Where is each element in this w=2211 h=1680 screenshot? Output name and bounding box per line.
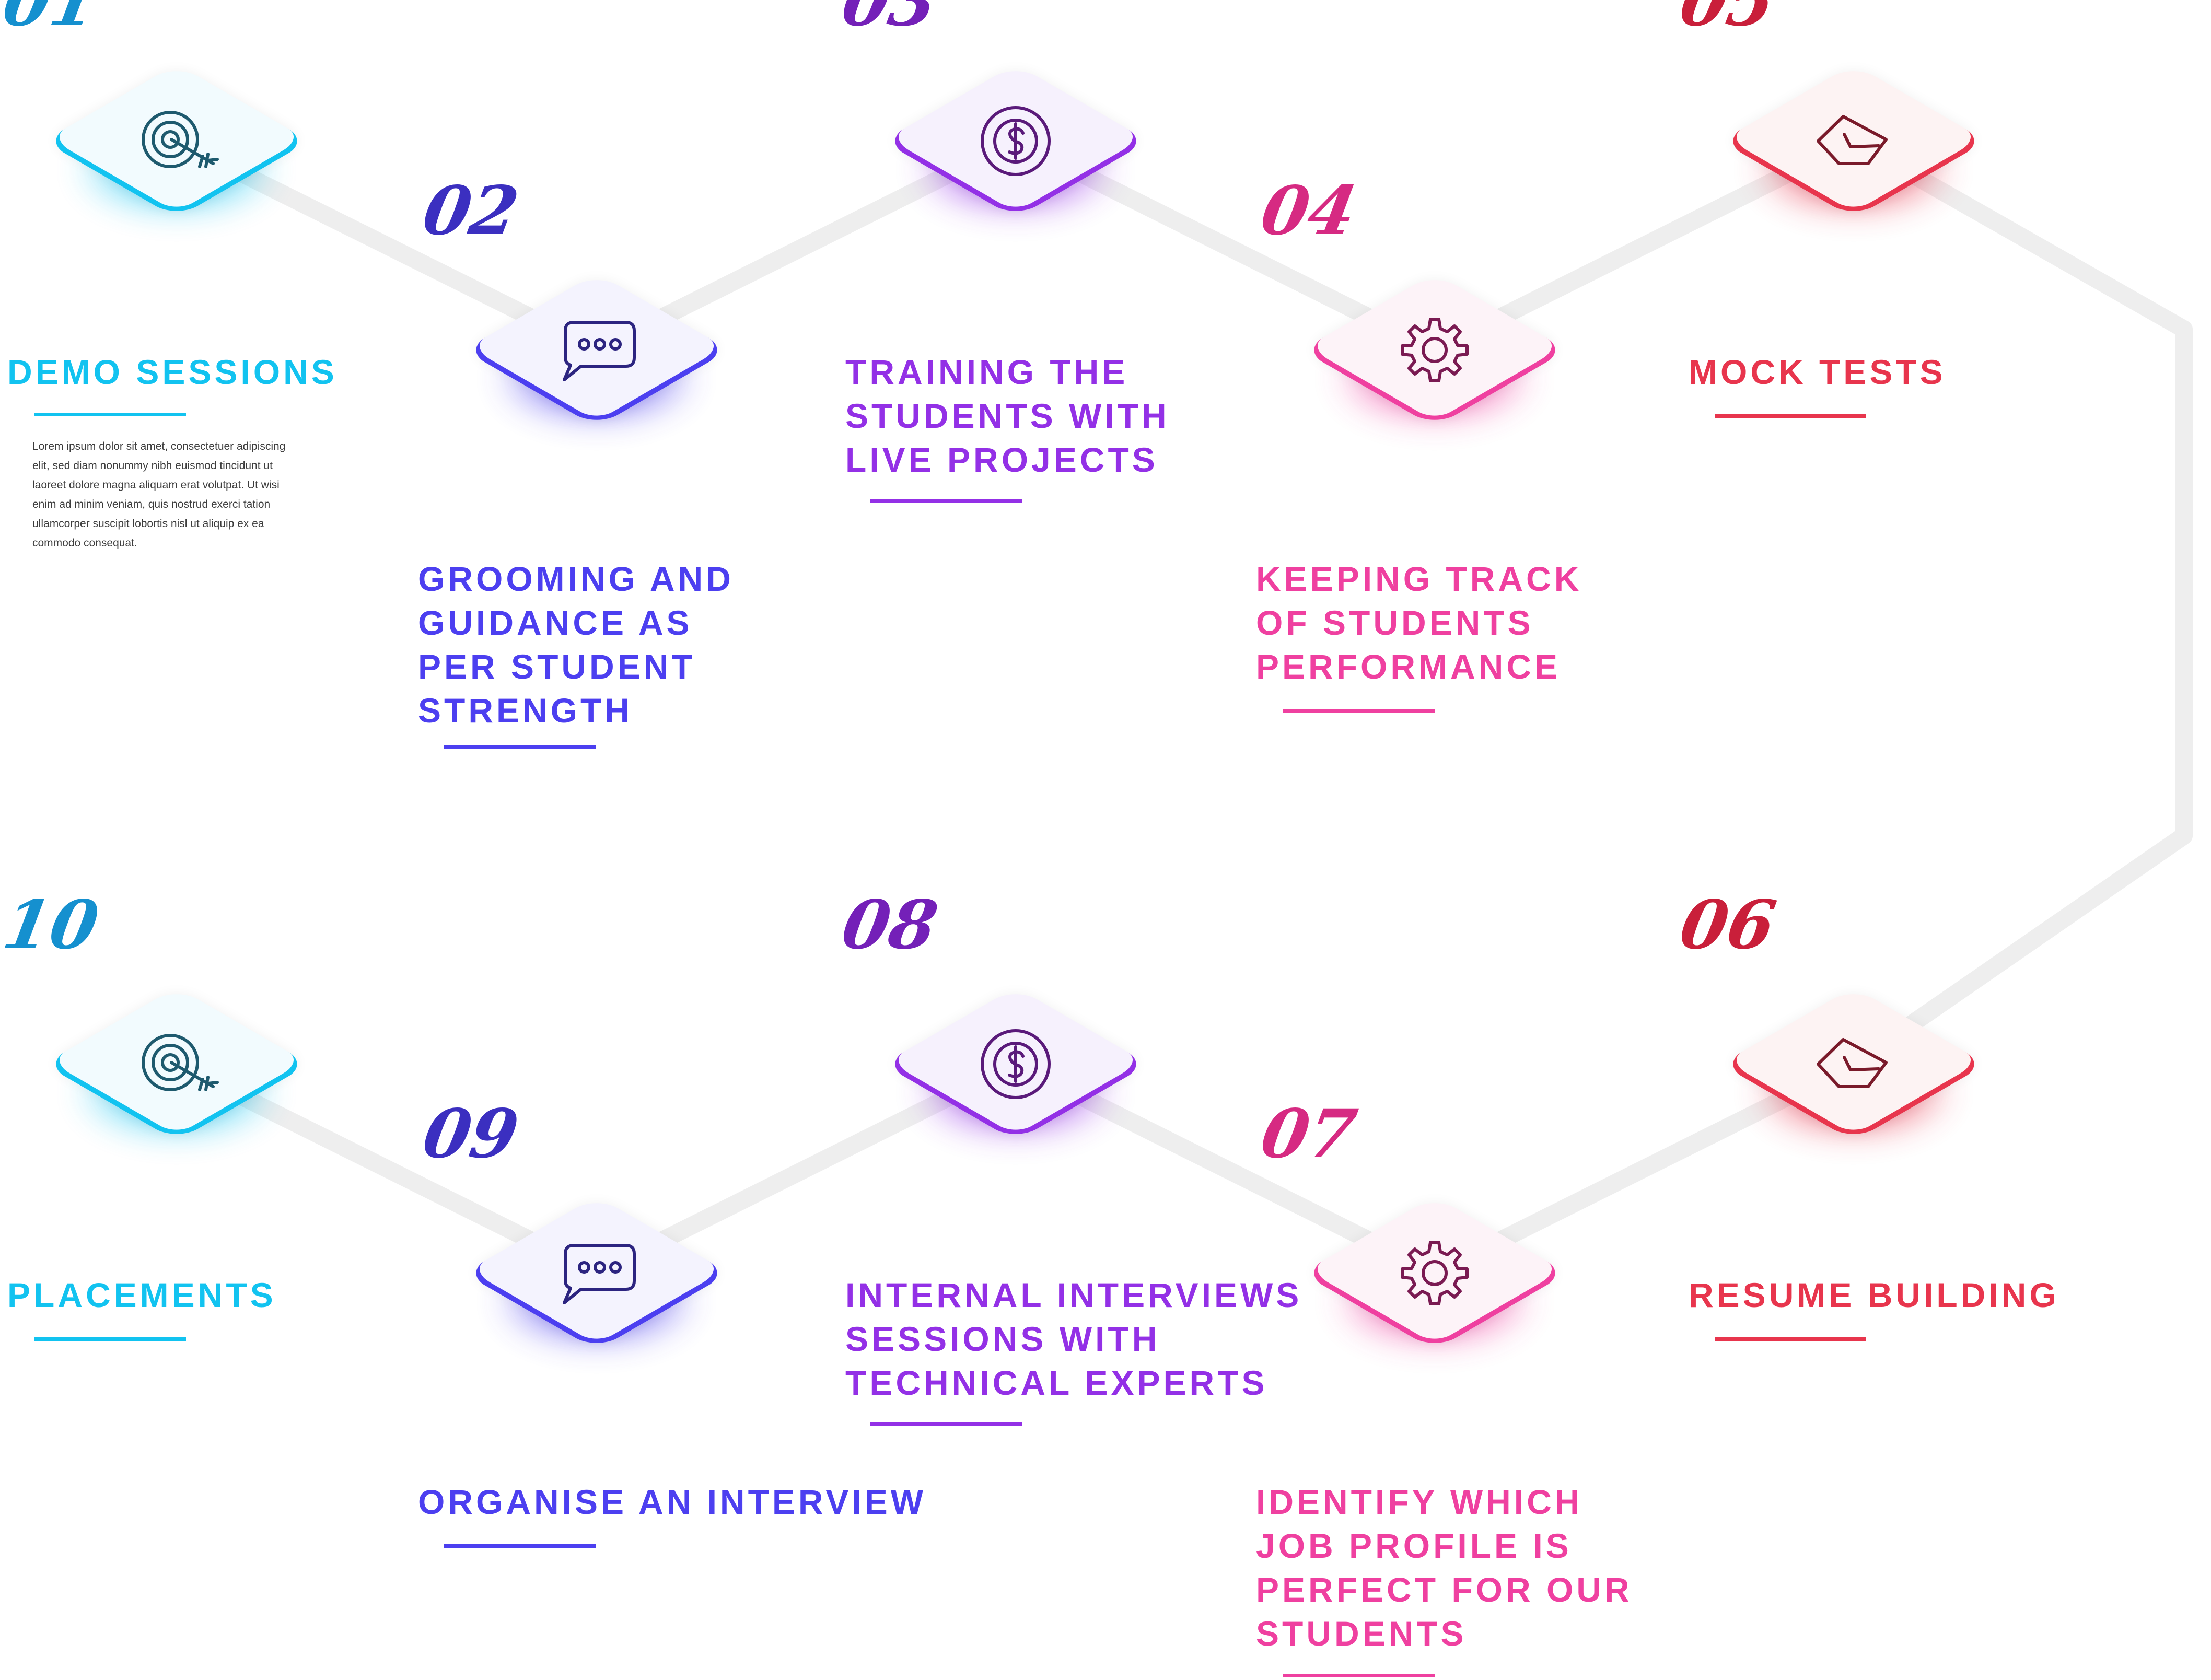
step-number: 01 [0, 0, 104, 41]
step-number: 08 [836, 886, 944, 964]
chat-bubble-icon [563, 321, 636, 381]
step-04-label: KEEPING TRACK OF STUDENTS PERFORMANCE [1256, 559, 1582, 686]
step-08-underline [870, 1422, 1022, 1426]
step-10-underline [34, 1337, 186, 1341]
step-04-underline [1283, 709, 1435, 713]
step-05-underline [1715, 414, 1866, 418]
connector-path [168, 132, 2193, 1282]
step-01-underline [34, 413, 186, 416]
step-03-label: TRAINING THE STUDENTS WITH LIVE PROJECTS [845, 353, 1170, 479]
dollar-coin-icon [981, 106, 1051, 176]
step-number: 09 [417, 1095, 525, 1173]
step-06-label: RESUME BUILDING [1689, 1276, 2059, 1314]
step-07-label: IDENTIFY WHICH JOB PROFILE IS PERFECT FO… [1256, 1483, 1633, 1653]
dollar-coin-icon [981, 1029, 1051, 1099]
step-number: 03 [836, 0, 944, 41]
step-05-label: MOCK TESTS [1689, 353, 1946, 391]
step-01-description: Lorem ipsum dolor sit amet, consectetuer… [32, 440, 286, 549]
step-number: 06 [1674, 886, 1782, 964]
step-number: 04 [1255, 172, 1363, 250]
gear-icon [1401, 318, 1469, 382]
chat-bubble-icon [563, 1244, 636, 1304]
step-02-underline [444, 745, 596, 749]
step-02-label: GROOMING AND GUIDANCE AS PER STUDENT STR… [418, 559, 734, 730]
step-07-underline [1283, 1674, 1435, 1677]
step-number: 05 [1674, 0, 1782, 41]
step-01-label: DEMO SESSIONS [7, 353, 338, 391]
step-number: 07 [1255, 1095, 1363, 1173]
target-icon [142, 111, 219, 168]
target-icon [142, 1034, 219, 1091]
step-number: 02 [417, 172, 525, 250]
step-number: 10 [0, 886, 104, 964]
tag-check-icon [1817, 115, 1888, 165]
step-09-label: ORGANISE AN INTERVIEW [418, 1483, 927, 1521]
tag-check-icon [1817, 1038, 1888, 1088]
step-03-underline [870, 499, 1022, 503]
gear-icon [1401, 1241, 1469, 1305]
step-08-label: INTERNAL INTERVIEWS SESSIONS WITH TECHNI… [845, 1276, 1302, 1402]
step-09-underline [444, 1544, 596, 1548]
step-06-underline [1715, 1337, 1866, 1341]
step-10-label: PLACEMENTS [7, 1276, 276, 1314]
